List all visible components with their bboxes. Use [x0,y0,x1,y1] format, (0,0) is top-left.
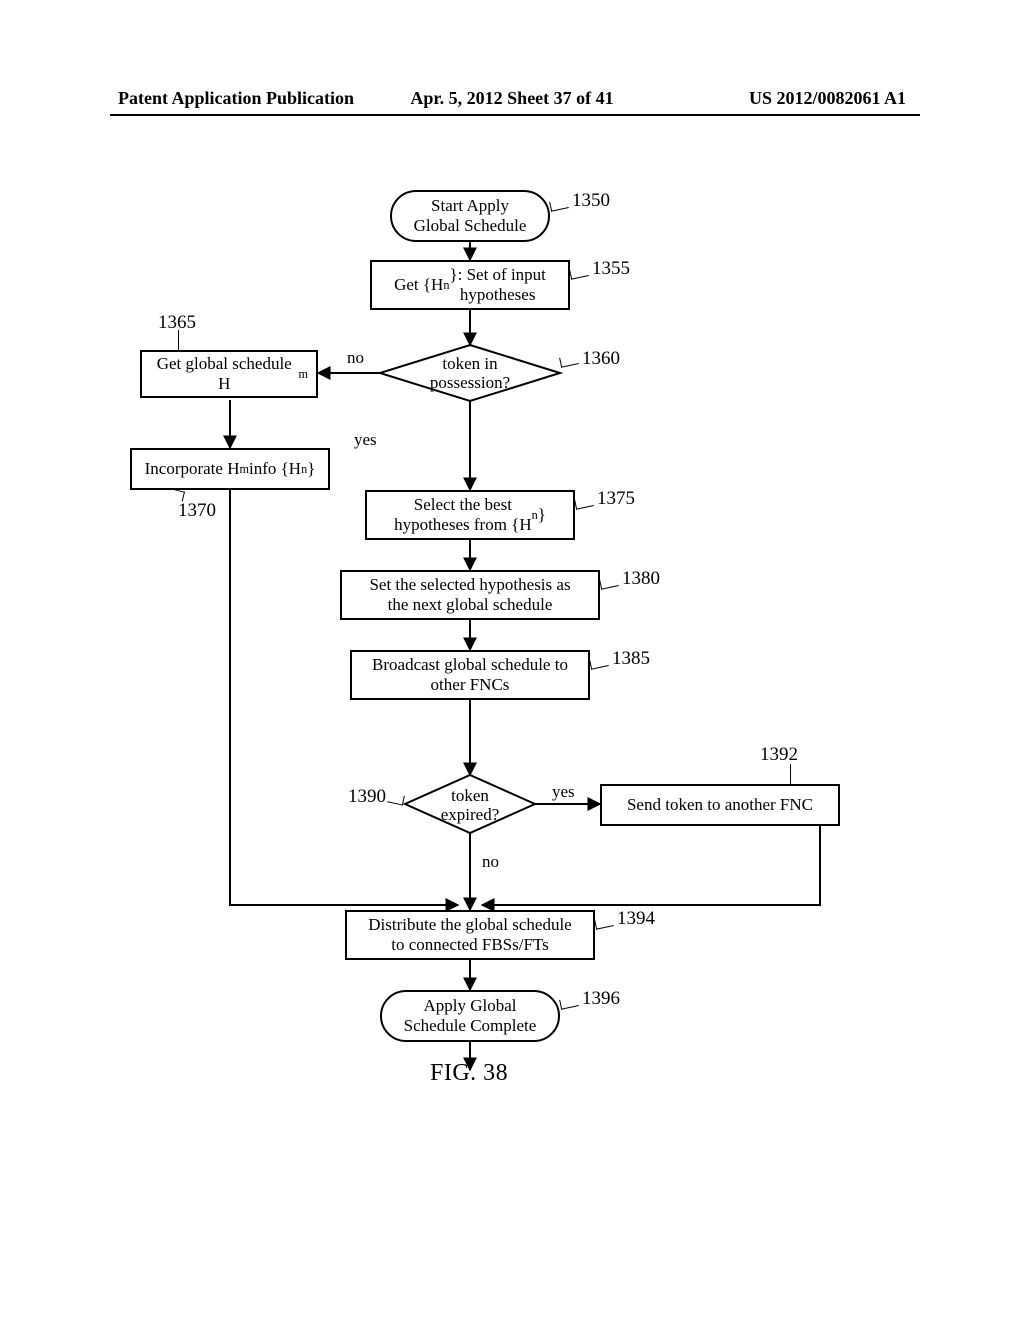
node-1370: Incorporate Hm info {Hn} [130,448,330,490]
node-1390: tokenexpired? [438,787,502,824]
ref-1390: 1390 [348,786,386,808]
ref-1360: 1360 [582,348,620,370]
node-start: Start ApplyGlobal Schedule [390,190,550,242]
ref-1350: 1350 [572,190,610,212]
ref-1380: 1380 [622,568,660,590]
ref-1385: 1385 [612,648,650,670]
ref-1375: 1375 [597,488,635,510]
header-right: US 2012/0082061 A1 [643,88,906,109]
leader-1365 [178,330,179,350]
ref-1394: 1394 [617,908,655,930]
node-1380: Set the selected hypothesis asthe next g… [340,570,600,620]
page-header: Patent Application Publication Apr. 5, 2… [0,88,1024,115]
ref-1365: 1365 [158,312,196,334]
node-1360: token inpossession? [425,355,515,392]
header-rule [110,114,920,116]
header-middle: Apr. 5, 2012 Sheet 37 of 41 [381,88,644,109]
node-end: Apply GlobalSchedule Complete [380,990,560,1042]
flowchart-canvas: Start ApplyGlobal Schedule 1350 Get {Hn}… [140,190,900,1190]
ref-1392: 1392 [760,744,798,766]
node-1365: Get global schedule Hm [140,350,318,398]
node-1385: Broadcast global schedule toother FNCs [350,650,590,700]
leader-1392 [790,764,791,784]
ref-1370: 1370 [178,500,216,522]
edge-1390-no: no [480,852,501,872]
edge-1360-no: no [345,348,366,368]
node-1375: Select the besthypotheses from {Hn} [365,490,575,540]
edge-1390-yes: yes [550,782,577,802]
header-left: Patent Application Publication [118,88,381,109]
ref-1355: 1355 [592,258,630,280]
ref-1396: 1396 [582,988,620,1010]
node-1392: Send token to another FNC [600,784,840,826]
figure-caption: FIG. 38 [430,1060,508,1087]
node-1355: Get {Hn}: Set of inputhypotheses [370,260,570,310]
node-1394: Distribute the global scheduleto connect… [345,910,595,960]
edge-1360-yes: yes [352,430,379,450]
